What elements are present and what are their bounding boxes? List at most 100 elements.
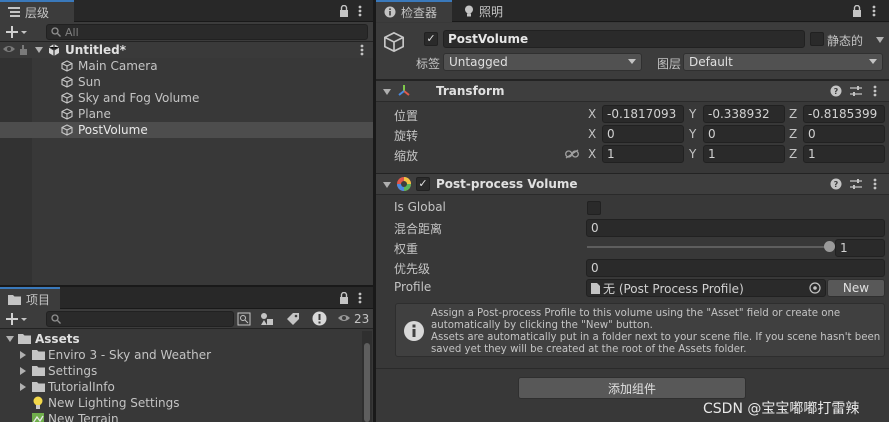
profile-object-value: 无 (Post Process Profile) <box>603 281 744 296</box>
weight-label: 权重 <box>394 242 419 256</box>
tab-project[interactable]: 项目 <box>0 287 60 309</box>
tab-inspector-label: 检查器 <box>401 5 438 20</box>
project-search-input[interactable] <box>46 311 234 327</box>
rotation-z-field[interactable]: 0 <box>803 125 885 143</box>
hierarchy-toolbar: All <box>0 22 373 42</box>
new-profile-button[interactable]: New <box>827 279 885 297</box>
static-dropdown-icon[interactable] <box>876 37 884 43</box>
weight-field[interactable]: 1 <box>835 239 885 257</box>
position-z-field[interactable]: -0.8185399 <box>803 105 885 123</box>
weight-slider-thumb[interactable] <box>824 241 835 252</box>
scale-y-field[interactable]: 1 <box>703 145 785 163</box>
priority-field[interactable]: 0 <box>586 259 885 277</box>
search-by-scene-icon[interactable] <box>237 312 251 326</box>
constrain-proportions-link-icon[interactable] <box>565 149 579 159</box>
add-icon[interactable] <box>6 25 28 39</box>
tag-label: 标签 <box>416 57 441 71</box>
scene-row[interactable]: Untitled* <box>0 42 373 58</box>
tab-hierarchy[interactable]: 层级 <box>0 0 74 22</box>
transform-header[interactable]: Transform ? <box>376 80 889 102</box>
add-icon[interactable] <box>6 312 28 326</box>
project-panel: 项目 23 Assets Enviro 3 - Sky and Weather … <box>0 287 373 422</box>
project-root-row[interactable]: Assets <box>0 331 373 347</box>
object-active-checkbox[interactable]: ✓ <box>424 32 438 46</box>
hierarchy-item[interactable]: Plane <box>0 106 373 122</box>
hierarchy-search-input[interactable]: All <box>46 24 368 40</box>
more-icon[interactable] <box>358 5 362 17</box>
folder-expand-icon[interactable] <box>20 383 26 391</box>
ppv-title: Post-process Volume <box>436 177 578 191</box>
filter-by-label-icon[interactable] <box>286 312 300 326</box>
scale-z-field[interactable]: 1 <box>803 145 885 163</box>
warning-filter-icon[interactable] <box>312 311 327 326</box>
watermark: CSDN @宝宝嘟嘟打雷辣 <box>703 401 860 417</box>
preset-sliders-icon[interactable] <box>850 178 862 190</box>
filter-by-type-icon[interactable] <box>260 312 274 326</box>
project-folder-row[interactable]: Enviro 3 - Sky and Weather <box>0 347 373 363</box>
ppv-collapse-icon[interactable] <box>383 182 391 188</box>
tab-lighting[interactable]: 照明 <box>456 0 520 22</box>
project-folder-label: Settings <box>48 364 98 378</box>
static-checkbox[interactable] <box>810 32 824 46</box>
position-y-field[interactable]: -0.338932 <box>703 105 785 123</box>
layer-dropdown[interactable]: Default <box>683 53 883 71</box>
hidden-packages-count: 23 <box>354 312 370 326</box>
add-component-button[interactable]: 添加组件 <box>518 377 746 399</box>
hierarchy-item[interactable]: Sky and Fog Volume <box>0 90 373 106</box>
project-asset-row[interactable]: New Terrain <box>0 411 373 422</box>
post-process-volume-header[interactable]: ✓ Post-process Volume ? <box>376 173 889 195</box>
lightbulb-icon <box>32 396 44 410</box>
weight-slider[interactable] <box>587 240 835 254</box>
more-icon[interactable] <box>872 5 876 17</box>
inspector-panel: 检查器 照明 ✓ PostVolume 静态的 标签 Untagged 图层 D… <box>376 0 889 422</box>
blend-distance-field[interactable]: 0 <box>586 219 885 237</box>
gameobject-cube-icon <box>61 124 73 136</box>
object-name-field[interactable]: PostVolume <box>443 30 805 48</box>
lightbulb-icon <box>464 5 474 17</box>
hierarchy-item[interactable]: Sun <box>0 74 373 90</box>
scale-x-field[interactable]: 1 <box>602 145 684 163</box>
unity-scene-icon <box>47 43 61 57</box>
eye-icon[interactable] <box>2 44 16 54</box>
project-folder-label: Enviro 3 - Sky and Weather <box>48 348 212 362</box>
object-picker-icon[interactable] <box>809 282 821 294</box>
layer-dropdown-value: Default <box>689 55 733 69</box>
rotation-x-field[interactable]: 0 <box>602 125 684 143</box>
hierarchy-item-selected[interactable]: PostVolume <box>0 122 373 138</box>
scene-more-icon[interactable] <box>360 44 364 56</box>
rotation-y-field[interactable]: 0 <box>703 125 785 143</box>
component-more-icon[interactable] <box>873 85 877 97</box>
lock-icon[interactable] <box>852 5 862 17</box>
gameobject-cube-icon <box>61 60 73 72</box>
tag-dropdown[interactable]: Untagged <box>443 53 642 71</box>
folder-expand-icon[interactable] <box>20 367 26 375</box>
ppv-enabled-checkbox[interactable]: ✓ <box>416 177 430 191</box>
tab-inspector[interactable]: 检查器 <box>376 0 452 22</box>
is-global-checkbox[interactable] <box>587 201 601 215</box>
transform-collapse-icon[interactable] <box>383 89 391 95</box>
profile-object-field[interactable]: 无 (Post Process Profile) <box>586 279 826 297</box>
pick-hand-icon[interactable] <box>17 44 29 56</box>
component-more-icon[interactable] <box>873 178 877 190</box>
project-asset-row[interactable]: New Lighting Settings <box>0 395 373 411</box>
project-folder-row[interactable]: TutorialInfo <box>0 379 373 395</box>
preset-sliders-icon[interactable] <box>850 85 862 97</box>
hidden-packages-eye-icon[interactable] <box>337 313 351 323</box>
svg-text:?: ? <box>834 87 839 96</box>
folder-expand-icon[interactable] <box>20 351 26 359</box>
lock-icon[interactable] <box>339 292 349 304</box>
help-icon[interactable]: ? <box>830 85 842 97</box>
scene-expand-icon[interactable] <box>35 47 43 53</box>
hierarchy-item[interactable]: Main Camera <box>0 58 373 74</box>
help-icon[interactable]: ? <box>830 178 842 190</box>
assets-expand-icon[interactable] <box>6 336 14 342</box>
project-scrollbar[interactable] <box>362 331 372 422</box>
position-y-axis: Y <box>689 107 697 121</box>
project-scrollbar-thumb[interactable] <box>364 343 370 422</box>
more-icon[interactable] <box>358 292 362 304</box>
project-folder-row[interactable]: Settings <box>0 363 373 379</box>
rotation-label: 旋转 <box>394 129 419 143</box>
is-global-label: Is Global <box>394 200 446 214</box>
position-x-field[interactable]: -0.1817093 <box>602 105 684 123</box>
lock-icon[interactable] <box>339 5 349 17</box>
